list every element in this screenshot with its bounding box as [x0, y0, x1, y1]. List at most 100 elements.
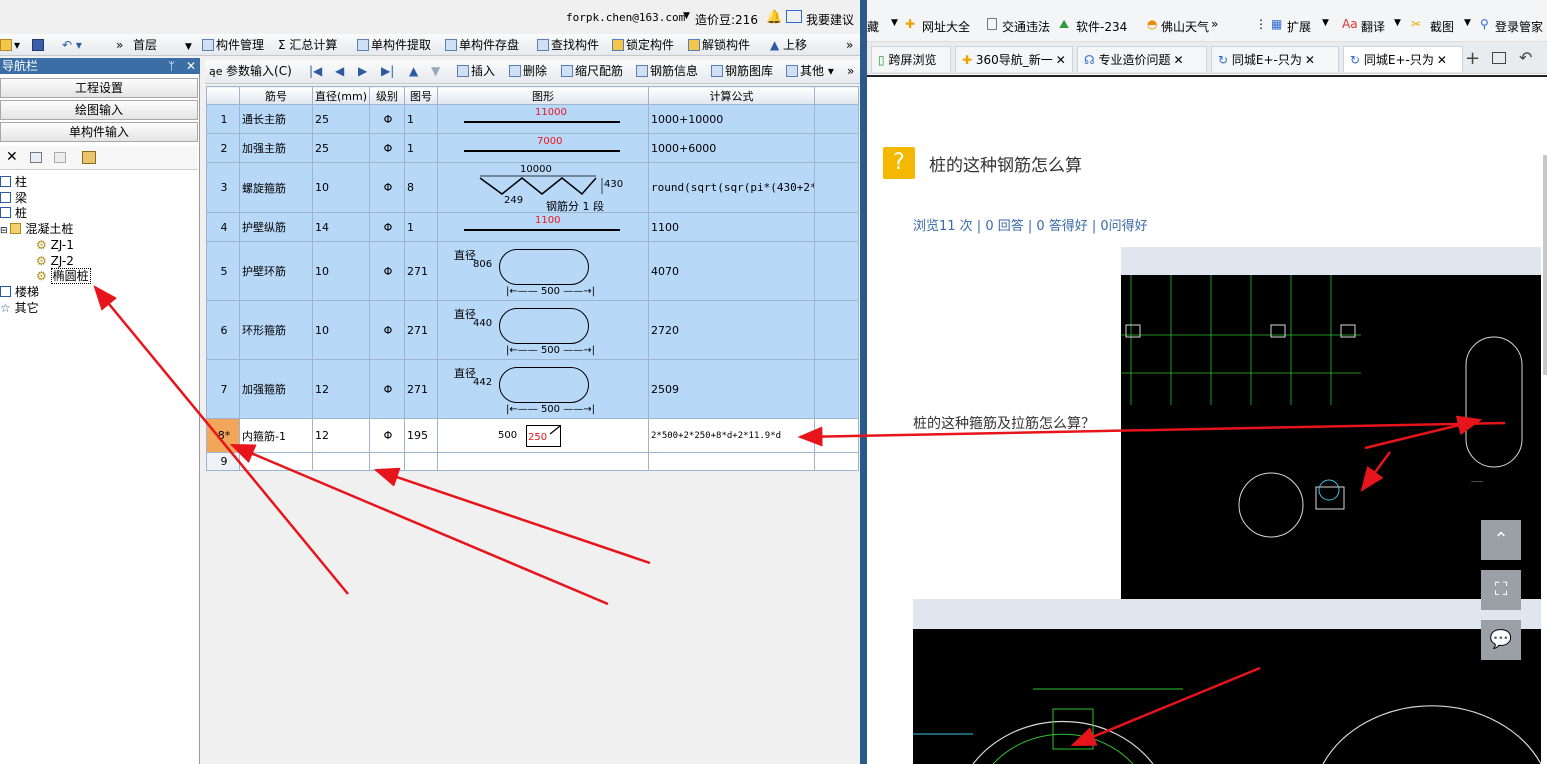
copy-icon[interactable] [30, 152, 42, 163]
cell-diameter[interactable]: 12 [312, 359, 370, 419]
login-manager-button[interactable]: 登录管家 [1495, 18, 1543, 35]
cell-extra[interactable] [814, 300, 859, 360]
find-component-button[interactable]: 查找构件 [537, 37, 599, 53]
cell-diameter[interactable]: 25 [312, 133, 370, 163]
cell-figure-no[interactable]: 1 [404, 133, 438, 163]
tree-item-zj1[interactable]: ⚙ ZJ-1 [36, 238, 74, 253]
toolbar-overflow-icon-2[interactable]: » [846, 37, 853, 53]
tab-list-icon[interactable] [1492, 52, 1506, 64]
close-icon[interactable]: ✕ [186, 58, 196, 74]
scale-rebar-button[interactable]: 缩尺配筋 [561, 63, 623, 79]
tree-item-zj2[interactable]: ⚙ ZJ-2 [36, 254, 74, 269]
row-number[interactable]: 5 [206, 241, 240, 301]
new-tab-icon[interactable]: + [1465, 48, 1480, 69]
nav-drawing-input-button[interactable]: 绘图输入 [0, 100, 198, 120]
unlock-component-button[interactable]: 解锁构件 [688, 37, 750, 53]
param-input-button[interactable]: ąe 参数输入(C) [209, 63, 292, 79]
clipboard-icon[interactable] [82, 151, 96, 164]
close-tab-icon[interactable]: ✕ [1174, 53, 1184, 67]
cell-diameter[interactable]: 10 [312, 241, 370, 301]
comment-button[interactable]: 💬 [1481, 620, 1521, 660]
undo-close-icon[interactable]: ↶ [1519, 48, 1532, 67]
grid-toolbar-overflow-icon[interactable]: » [847, 63, 854, 79]
cell-extra[interactable] [814, 133, 859, 163]
header-cell[interactable]: 筋号 [239, 86, 313, 105]
nav-project-settings-button[interactable]: 工程设置 [0, 78, 198, 98]
tree-item-column[interactable]: 柱 [0, 175, 27, 190]
cell-name[interactable]: 通长主筋 [239, 104, 313, 134]
row-number[interactable]: 9 [206, 452, 240, 471]
tab-cost-question[interactable]: ☊ 专业造价问题 ✕ [1077, 46, 1207, 72]
cell-grade[interactable]: Φ [369, 133, 405, 163]
component-manage-button[interactable]: 构件管理 [202, 37, 264, 53]
move-row-down-icon[interactable]: ▼ [431, 63, 440, 79]
tab-360-nav[interactable]: ✚ 360导航_新一 ✕ [955, 46, 1073, 72]
cell-formula[interactable]: 4070 [648, 241, 815, 301]
cell-grade[interactable]: Φ [369, 104, 405, 134]
cell-shape[interactable]: 直径 442 |←—— 500 ——→| [437, 359, 649, 419]
bookmark-link[interactable]: 交通违法 [1002, 18, 1050, 35]
cell-name[interactable] [239, 452, 313, 471]
table-row[interactable]: 5 护壁环筋 10 Φ 271 直径 806 |←—— 500 ——→| 407… [206, 241, 859, 301]
cell-shape[interactable]: 7000 [437, 133, 649, 163]
rebar-library-button[interactable]: 钢筋图库 [711, 63, 773, 79]
cell-name[interactable]: 护壁环筋 [239, 241, 313, 301]
cell-name[interactable]: 加强主筋 [239, 133, 313, 163]
favorites-label[interactable]: 藏 [867, 18, 879, 35]
cell-shape[interactable]: 直径 440 |←—— 500 ——→| [437, 300, 649, 360]
cell-grade[interactable]: Φ [369, 359, 405, 419]
cell-diameter[interactable]: 10 [312, 162, 370, 213]
row-number[interactable]: 1 [206, 104, 240, 134]
table-row[interactable]: 3 螺旋箍筋 10 Φ 8 10000 430 249 钢筋分 1 段 roun… [206, 162, 859, 213]
header-cell[interactable]: 图形 [437, 86, 649, 105]
cell-diameter[interactable]: 10 [312, 300, 370, 360]
cell-shape[interactable]: 10000 430 249 钢筋分 1 段 [437, 162, 649, 213]
first-record-icon[interactable]: |◀ [309, 63, 322, 79]
tab-cross-screen[interactable]: ▯ 跨屏浏览 [871, 46, 951, 72]
header-cell[interactable]: 计算公式 [648, 86, 815, 105]
dropdown-arrow-icon[interactable]: ▼ [683, 11, 690, 21]
cell-figure-no[interactable]: 195 [404, 418, 438, 453]
pin-icon[interactable]: ᛘ [168, 58, 175, 74]
extract-component-button[interactable]: 单构件提取 [357, 37, 431, 53]
cell-extra[interactable] [814, 104, 859, 134]
prev-record-icon[interactable]: ◀ [335, 63, 344, 79]
back-to-top-button[interactable]: ⌃ [1481, 520, 1521, 560]
table-row[interactable]: 1 通长主筋 25 Φ 1 11000 1000+10000 [206, 104, 859, 134]
bell-icon[interactable]: 🔔 [766, 10, 782, 25]
cad-screenshot-1[interactable]: —— [1121, 247, 1541, 599]
cell-formula[interactable]: round(sqrt(sqr(pi*(430+2*d)+2*500)+sqr(2… [648, 162, 815, 213]
move-up-button[interactable]: ▲ 上移 [770, 37, 807, 53]
cell-name[interactable]: 环形箍筋 [239, 300, 313, 360]
cell-figure-no[interactable] [404, 452, 438, 471]
cell-extra[interactable] [814, 452, 859, 471]
header-cell[interactable]: 直径(mm) [312, 86, 370, 105]
chevron-down-icon[interactable]: ▼ [1322, 18, 1329, 28]
tree-item-pile[interactable]: 桩 [0, 206, 27, 221]
cell-shape[interactable]: 500 250 [437, 418, 649, 453]
paste-icon[interactable] [54, 152, 66, 163]
other-menu-button[interactable]: 其他 ▾ [786, 63, 834, 79]
cell-extra[interactable] [814, 359, 859, 419]
chevron-down-icon[interactable]: ▼ [891, 18, 898, 28]
cell-figure-no[interactable]: 1 [404, 212, 438, 242]
cell-diameter[interactable] [312, 452, 370, 471]
chevron-down-icon[interactable]: ▼ [1464, 18, 1471, 28]
cell-grade[interactable]: Φ [369, 212, 405, 242]
cell-grade[interactable]: Φ [369, 162, 405, 213]
cell-shape[interactable]: 直径 806 |←—— 500 ——→| [437, 241, 649, 301]
row-number[interactable]: 4 [206, 212, 240, 242]
cell-formula[interactable]: 2720 [648, 300, 815, 360]
cell-diameter[interactable]: 14 [312, 212, 370, 242]
nav-single-component-button[interactable]: 单构件输入 [0, 122, 198, 142]
table-row[interactable]: 6 环形箍筋 10 Φ 271 直径 440 |←—— 500 ——→| 272… [206, 300, 859, 360]
tree-item-oval-pile[interactable]: ⚙ 椭圆桩 [36, 268, 91, 284]
cell-formula[interactable]: 2*500+2*250+8*d+2*11.9*d [648, 418, 815, 453]
bookmark-link[interactable]: 佛山天气 [1161, 18, 1209, 35]
cell-name[interactable]: 螺旋箍筋 [239, 162, 313, 213]
delete-icon[interactable]: ✕ [6, 149, 18, 165]
table-row[interactable]: 2 加强主筋 25 Φ 1 7000 1000+6000 [206, 133, 859, 163]
cell-figure-no[interactable]: 271 [404, 300, 438, 360]
suggest-link[interactable]: 我要建议 [806, 11, 854, 28]
row-number[interactable]: 2 [206, 133, 240, 163]
